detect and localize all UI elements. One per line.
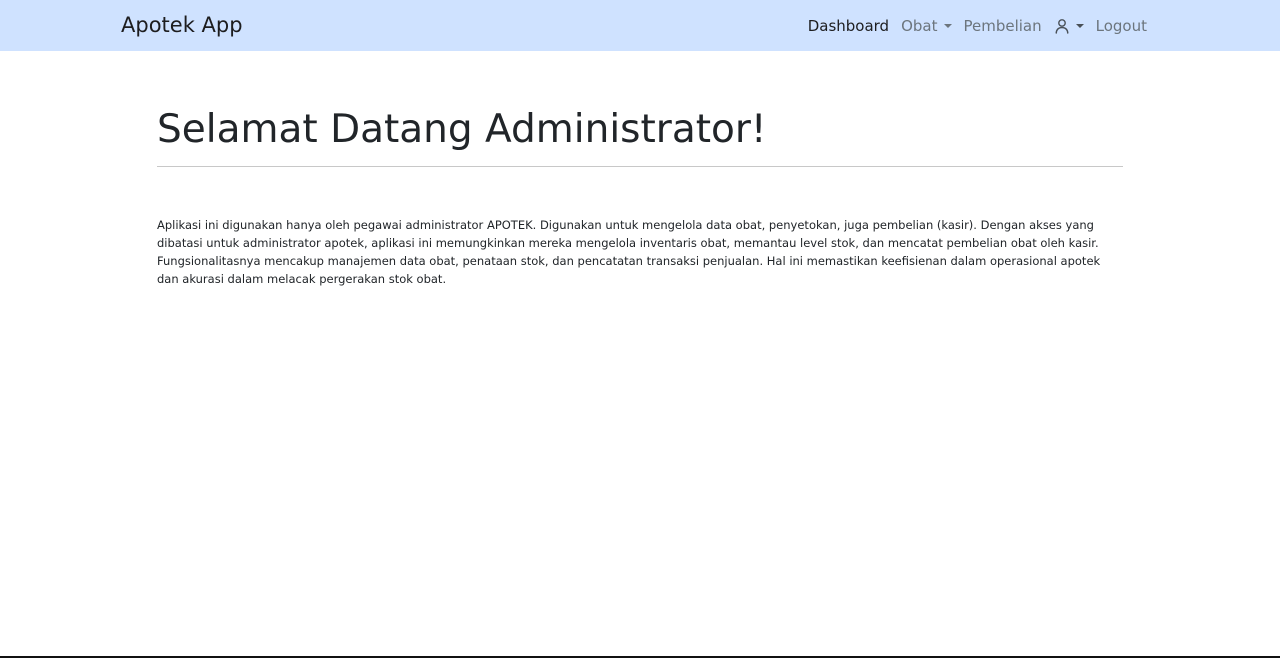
nav-dashboard-link[interactable]: Dashboard: [802, 16, 895, 36]
navbar: Apotek App Dashboard Obat Pembelian Logo…: [0, 0, 1280, 51]
title-divider: [157, 166, 1123, 167]
nav-obat-dropdown[interactable]: Obat: [895, 16, 957, 36]
nav-pembelian-label: Pembelian: [963, 16, 1042, 35]
page: Apotek App Dashboard Obat Pembelian Logo…: [0, 0, 1280, 658]
page-description: Aplikasi ini digunakan hanya oleh pegawa…: [157, 218, 1101, 286]
nav-menu: Dashboard Obat Pembelian Logout: [802, 0, 1153, 51]
nav-logout-link[interactable]: Logout: [1090, 16, 1153, 36]
nav-obat-label: Obat: [901, 16, 938, 35]
page-title: Selamat Datang Administrator!: [157, 107, 767, 152]
caret-down-icon: [943, 24, 952, 28]
main-content: Selamat Datang Administrator! Aplikasi i…: [157, 100, 1123, 288]
user-dropdown-toggle[interactable]: [1048, 18, 1090, 34]
brand-link[interactable]: Apotek App: [121, 10, 243, 40]
caret-down-icon: [1075, 24, 1084, 28]
nav-dashboard-label: Dashboard: [807, 16, 890, 35]
nav-pembelian-link[interactable]: Pembelian: [958, 16, 1048, 36]
user-icon: [1055, 18, 1069, 34]
nav-logout-label: Logout: [1095, 16, 1147, 35]
